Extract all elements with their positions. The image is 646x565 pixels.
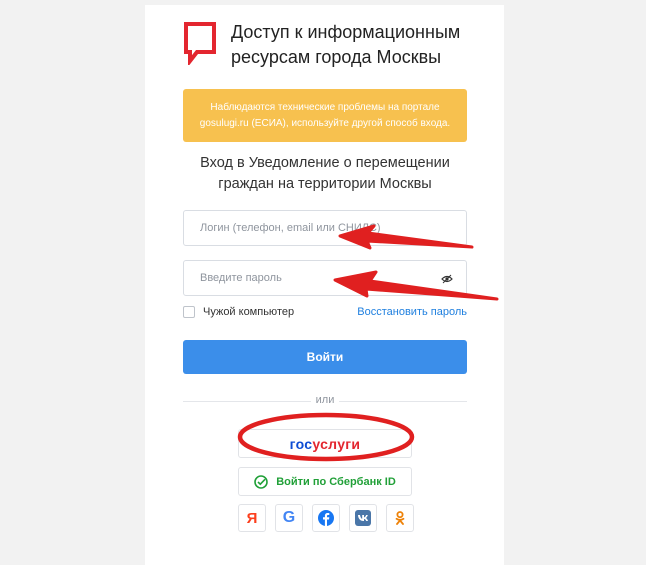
warning-text: Наблюдаются технические проблемы на порт… <box>199 101 451 129</box>
yandex-login-button[interactable]: Я <box>238 504 266 532</box>
remember-checkbox[interactable] <box>183 306 195 318</box>
password-input[interactable] <box>184 261 466 295</box>
page-title: Доступ к информационным ресурсам города … <box>231 22 461 67</box>
sber-id-button[interactable]: Войти по Сбербанк ID <box>238 467 412 496</box>
yandex-icon: Я <box>246 509 258 527</box>
facebook-login-button[interactable] <box>312 504 340 532</box>
gosuslugi-label-part1: гос <box>289 435 313 452</box>
moscow-logo-icon <box>184 22 216 65</box>
odnoklassniki-login-button[interactable] <box>386 504 414 532</box>
vk-login-button[interactable] <box>349 504 377 532</box>
restore-password-link[interactable]: Восстановить пароль <box>357 306 467 318</box>
or-label: или <box>311 394 339 406</box>
login-input[interactable] <box>184 211 466 245</box>
vk-icon <box>355 510 371 526</box>
remember-checkbox-row[interactable]: Чужой компьютер <box>183 306 294 318</box>
gosuslugi-button[interactable]: гос услуги <box>238 429 412 458</box>
login-card: Доступ к информационным ресурсам города … <box>145 5 504 565</box>
gosuslugi-label-part2: услуги <box>312 435 361 452</box>
remember-label: Чужой компьютер <box>203 306 295 318</box>
sber-label: Войти по Сбербанк ID <box>276 475 396 488</box>
login-field-wrapper <box>183 210 467 246</box>
form-subtitle: Вход в Уведомление о перемещении граждан… <box>200 155 450 192</box>
google-icon: G <box>282 509 296 526</box>
ok-icon <box>395 511 405 525</box>
login-button[interactable]: Войти <box>183 340 467 374</box>
warning-banner: Наблюдаются технические проблемы на порт… <box>183 89 467 142</box>
show-password-icon[interactable] <box>441 274 453 284</box>
password-field-wrapper <box>183 260 467 296</box>
sber-icon <box>254 474 268 489</box>
google-login-button[interactable]: G <box>275 504 303 532</box>
facebook-icon <box>318 510 334 526</box>
